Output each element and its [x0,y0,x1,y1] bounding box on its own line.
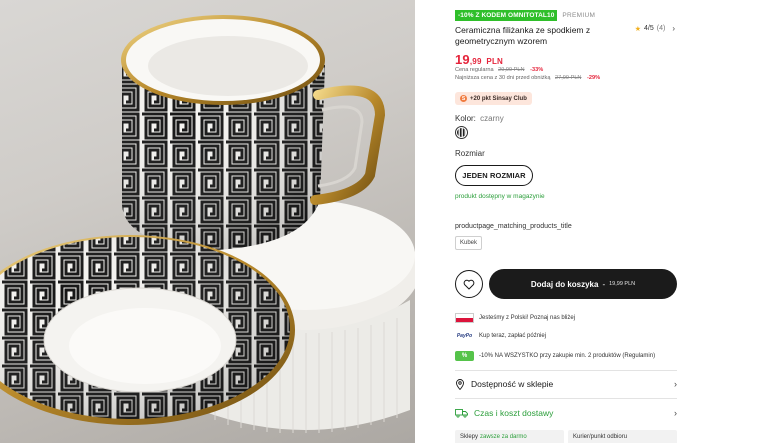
product-image[interactable] [0,0,415,443]
club-points-text: +20 pkt Sinsay Club [470,95,527,102]
delivery-accordion[interactable]: Czas i koszt dostawy › [455,405,677,421]
star-icon: ★ [634,25,642,33]
wishlist-button[interactable] [455,270,483,298]
shipping-option-stores[interactable]: Sklepy zawsze za darmo [455,430,564,443]
lowest-price-label: Najniższa cena z 30 dni przed obniżką [455,75,551,81]
shipping-option-name: Kurier/punkt odbioru [573,434,628,440]
product-price: 19,99 PLN [455,52,503,67]
color-label: Kolor: czarny [455,114,504,123]
color-value: czarny [480,114,504,123]
regular-price-label: Cena regularna [455,67,494,73]
shipping-option-name: Sklepy [460,434,479,440]
divider [455,370,677,371]
price-cents: ,99 [469,57,482,66]
add-to-cart-separator: - [602,279,606,289]
price-currency: PLN [486,57,504,66]
badge-row: -10% Z KODEM OMNITOTAL10 PREMIUM [455,10,595,21]
product-photo-illustration [0,15,415,433]
club-icon: S [460,95,467,102]
delivery-truck-icon [455,409,468,418]
lowest-price-discount: -29% [587,75,601,81]
divider [455,398,677,399]
info-row-discount[interactable]: % -10% NA WSZYSTKO przy zakupie min. 2 p… [455,351,655,361]
chevron-right-icon: › [674,408,677,418]
regular-price-discount: -33% [530,67,544,73]
size-one-size-button[interactable]: JEDEN ROZMIAR [455,165,533,186]
rating-link[interactable]: ★ 4/5 (4) › [635,24,675,33]
swatch-pattern [457,128,466,137]
rating-count: (4) [656,25,666,32]
premium-label: PREMIUM [562,12,596,19]
paypo-logo-icon: PayPo [456,333,473,339]
chevron-right-icon: › [674,379,677,389]
add-to-cart-label: Dodaj do koszyka [530,279,599,289]
product-details-panel: -10% Z KODEM OMNITOTAL10 PREMIUM ★ 4/5 (… [415,0,759,443]
store-availability-label: Dostępność w sklepie [471,379,554,389]
rating-value: 4/5 [644,25,654,32]
size-label: Rozmiar [455,149,485,158]
poland-flag-icon [455,313,474,323]
info-row-poland[interactable]: Jesteśmy z Polski! Poznaj nas bliżej [455,313,575,323]
chevron-right-icon: › [672,24,675,33]
club-points-badge: S +20 pkt Sinsay Club [455,92,532,105]
lowest-price-old: 27,99 PLN [555,75,582,81]
shipping-option-courier[interactable]: Kurier/punkt odbioru [568,430,677,443]
add-to-cart-price: 19,99 PLN [609,281,636,287]
shipping-option-note: zawsze za darmo [480,434,527,440]
info-row-paylater[interactable]: PayPo Kup teraz, zapłać później [455,333,546,339]
promo-code-badge[interactable]: -10% Z KODEM OMNITOTAL10 [455,10,558,21]
info-poland-text: Jesteśmy z Polski! Poznaj nas bliżej [479,315,576,321]
add-to-cart-button[interactable]: Dodaj do koszyka - 19,99 PLN [489,269,677,299]
info-paylater-text: Kup teraz, zapłać później [479,333,547,339]
heart-icon [463,279,475,289]
discount-tag-icon: % [455,351,474,361]
color-label-text: Kolor: [455,114,476,123]
matching-products-title: productpage_matching_products_title [455,223,572,230]
regular-price-old: 29,99 PLN [498,67,525,73]
product-title: Ceramiczna filiżanka ze spodkiem z geome… [455,25,591,46]
lowest-price-line: Najniższa cena z 30 dni przed obniżką 27… [455,75,600,81]
color-swatch-black[interactable] [455,126,468,139]
delivery-label: Czas i koszt dostawy [474,408,554,418]
store-availability-accordion[interactable]: Dostępność w sklepie › [455,376,677,392]
stock-availability: produkt dostępny w magazynie [455,193,545,200]
shipping-options: Sklepy zawsze za darmo Kurier/punkt odbio… [455,430,677,443]
info-discount-text: -10% NA WSZYSTKO przy zakupie min. 2 pro… [479,353,656,359]
location-pin-icon [456,378,464,390]
regular-price-line: Cena regularna 29,99 PLN -33% [455,67,543,73]
price-main: 19 [455,52,470,67]
matching-tag-kubek[interactable]: Kubek [455,236,483,250]
